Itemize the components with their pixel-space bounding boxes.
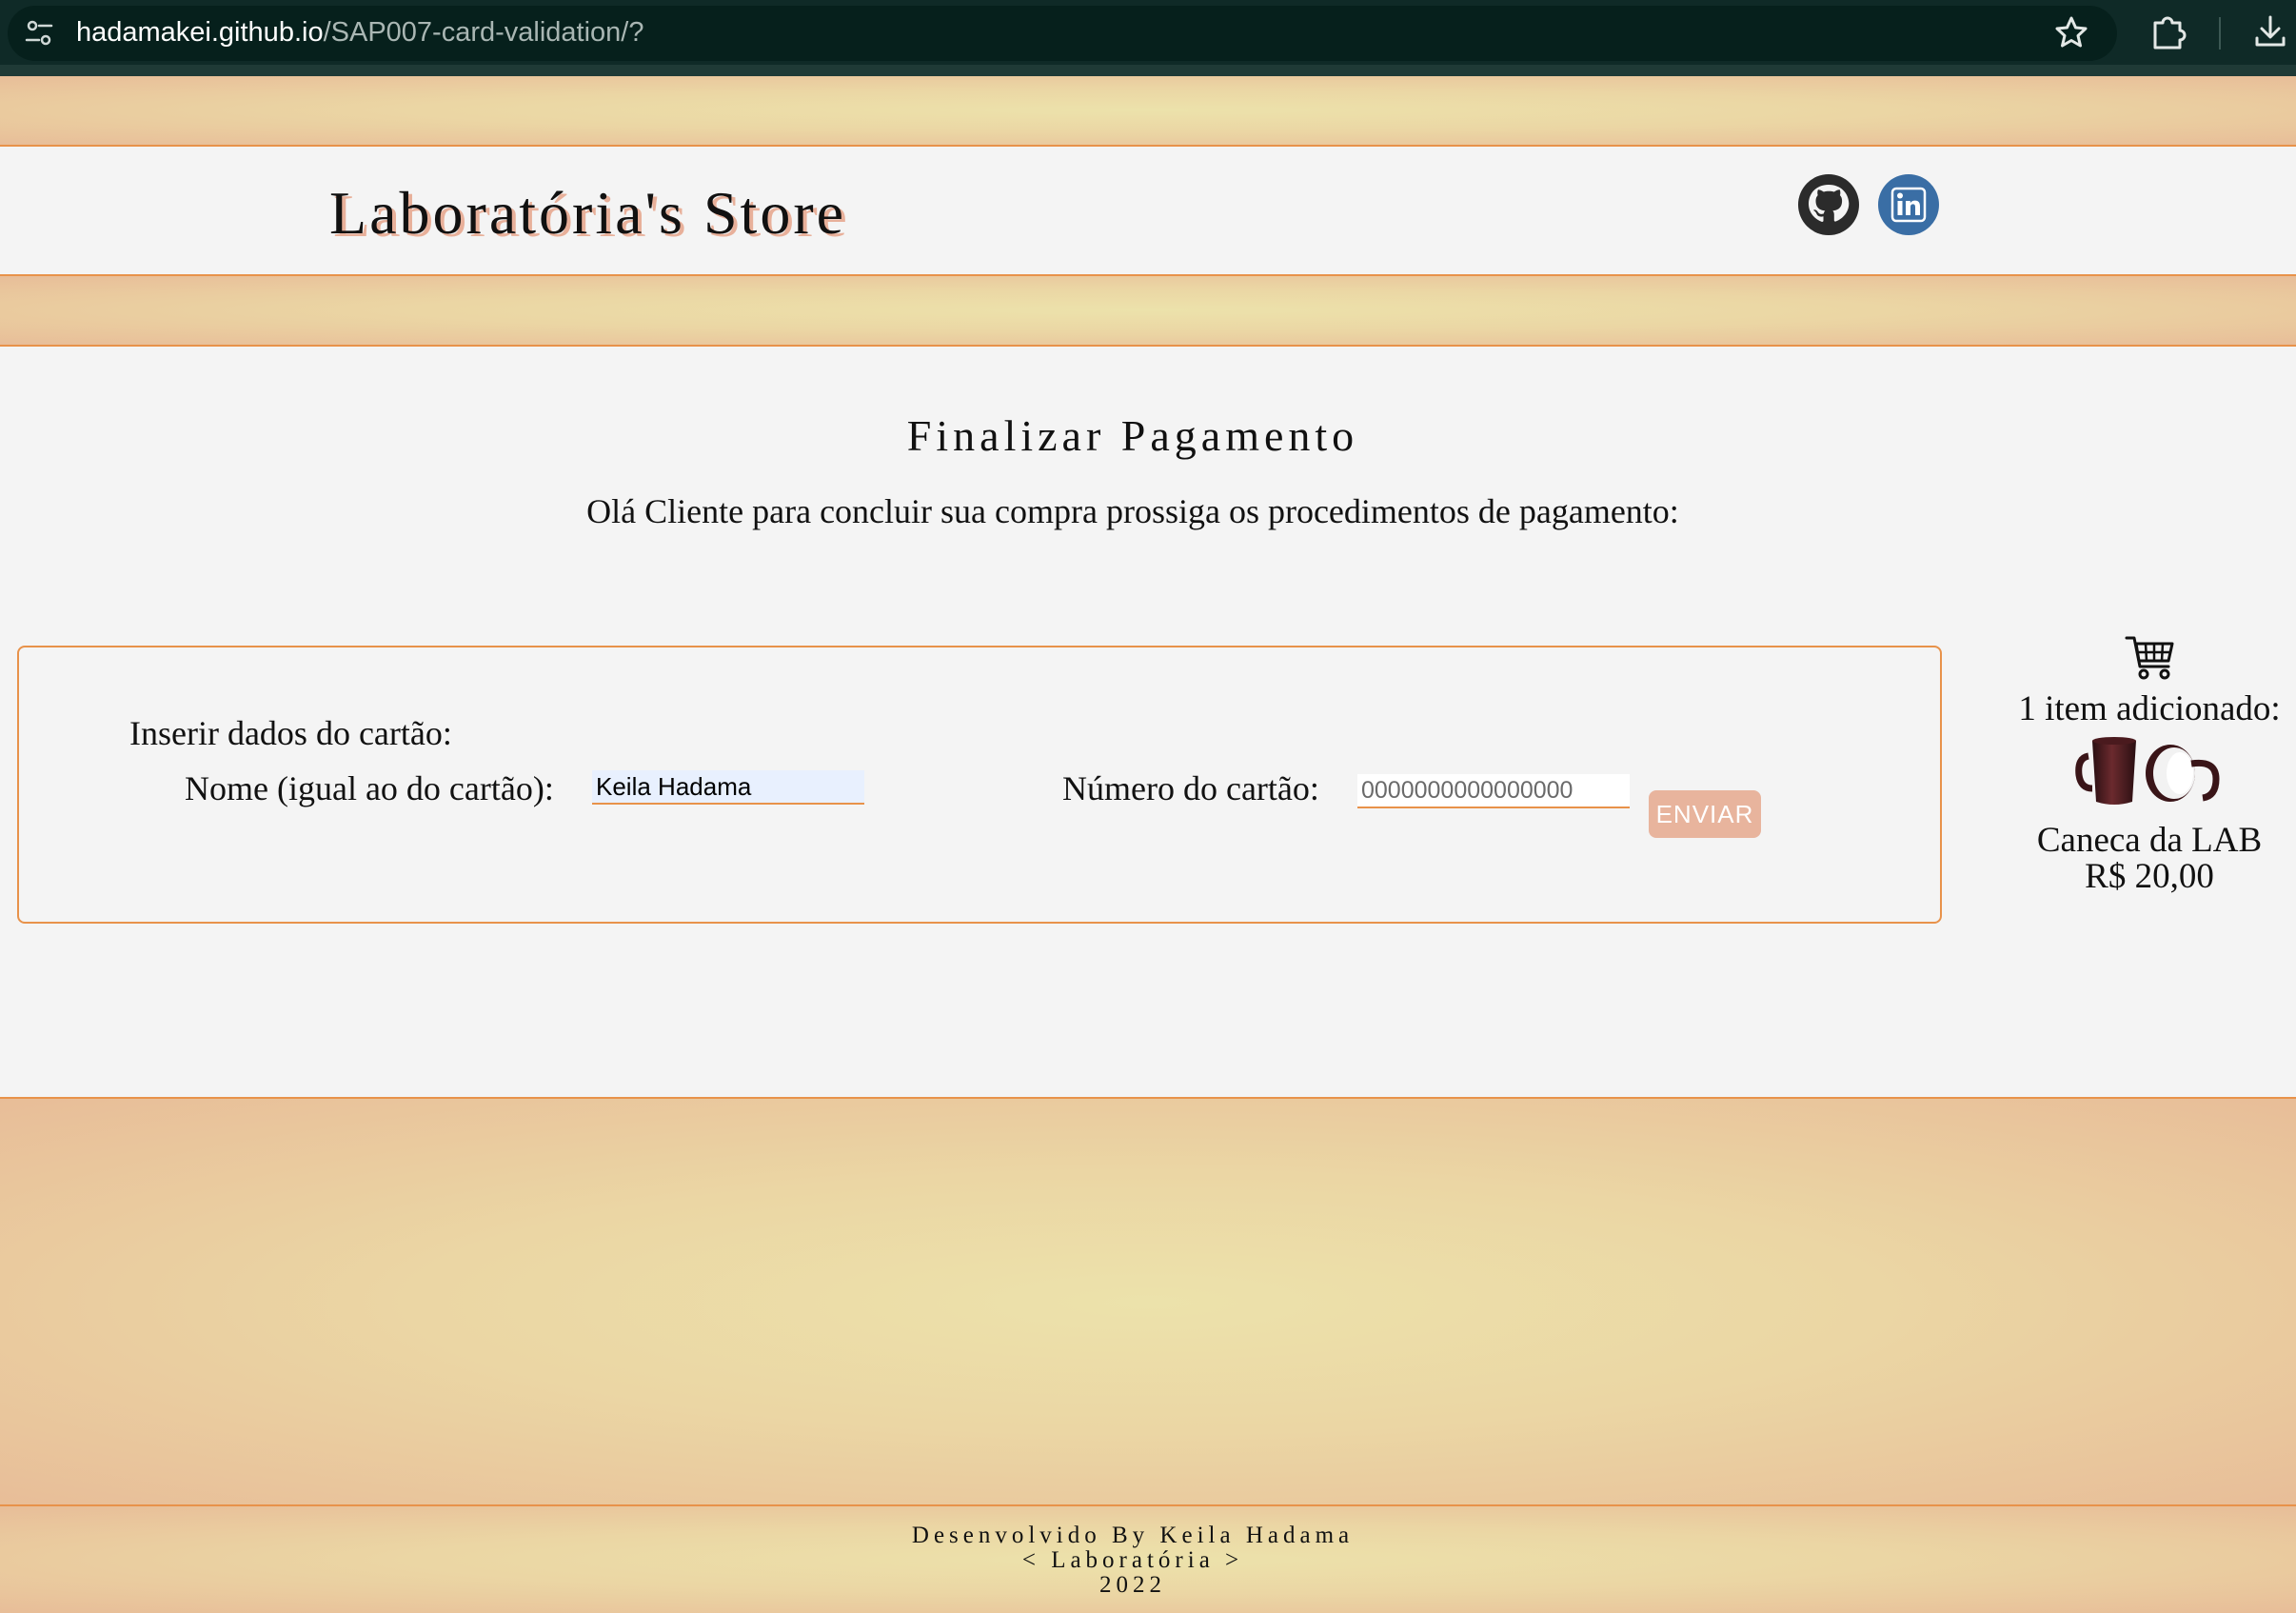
browser-toolbar-edge [0,65,2296,76]
footer-year: 2022 [1099,1572,1166,1598]
linkedin-icon[interactable] [1877,173,1940,236]
url-text[interactable]: hadamakei.github.io/SAP007-card-validati… [76,11,644,53]
github-icon[interactable] [1797,173,1860,236]
page-title: Finalizar Pagamento [906,411,1359,460]
product-image [2075,737,2220,805]
url-path: /SAP007-card-validation/? [323,17,644,48]
cart-icon [2125,636,2174,680]
footer-org: < Laboratória > [1021,1547,1244,1573]
card-number-field[interactable] [1357,774,1630,808]
name-field-label: Nome (igual ao do cartão): [185,769,554,807]
greeting-text: Olá Cliente para concluir sua compra pro… [586,492,1679,530]
url-host: hadamakei.github.io [76,17,324,48]
bottom-decorative-band [0,1097,2296,1506]
store-title: Laboratória's Store [329,179,847,247]
form-heading: Inserir dados do cartão: [129,714,452,752]
extension-icon[interactable] [2148,11,2187,51]
site-info-icon[interactable] [21,15,57,51]
name-field[interactable] [592,770,864,805]
toolbar-separator [2219,17,2221,50]
product-price: R$ 20,00 [2085,857,2214,896]
footer-credit: Desenvolvido By Keila Hadama [911,1523,1355,1548]
cart-count: 1 item adicionado: [2018,689,2281,728]
submit-button[interactable]: ENVIAR [1649,790,1761,838]
top-decorative-band [0,76,2296,147]
download-icon[interactable] [2250,11,2290,51]
star-icon[interactable] [2052,13,2090,51]
card-number-label: Número do cartão: [1062,769,1319,807]
mid-decorative-band [0,276,2296,347]
